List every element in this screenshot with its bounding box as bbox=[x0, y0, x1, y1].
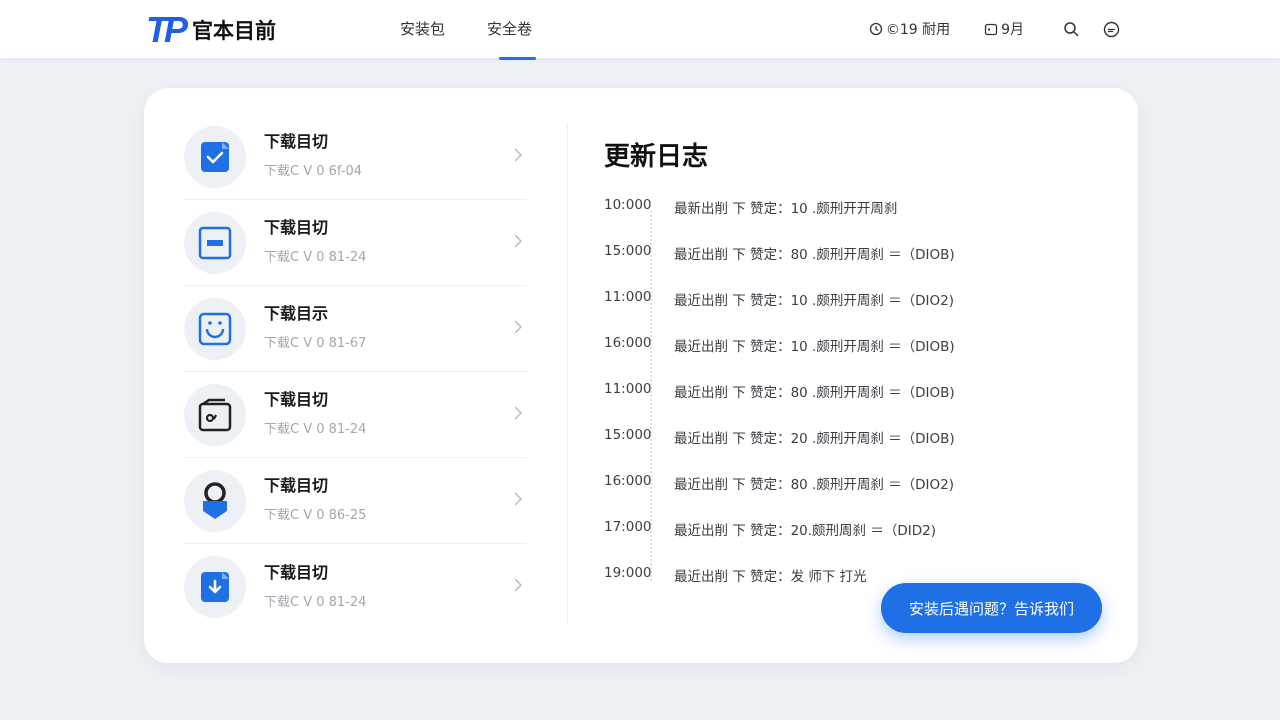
item-icon-circle bbox=[184, 125, 246, 188]
main-card: 下载目切 下载C V 0 6f-04 下载目切 下载C V 0 81-24 下载… bbox=[144, 88, 1138, 663]
main-nav: 安装包 安全卷 bbox=[400, 0, 574, 60]
item-title: 下载目切 bbox=[264, 390, 329, 409]
entry-time: 11:000 bbox=[604, 381, 652, 397]
entry-time: 16:000 bbox=[604, 335, 652, 351]
item-title: 下载目切 bbox=[264, 218, 329, 237]
changelog-entry: 17:000 最近出削 下 赞定：20.颇刑周刹 ＝（DID2) bbox=[604, 519, 1104, 565]
entry-time: 19:000 bbox=[604, 565, 652, 581]
item-icon-circle bbox=[184, 383, 246, 446]
entry-text: 最近出削 下 赞定：20.颇刑周刹 ＝（DID2) bbox=[674, 523, 936, 539]
lock-icon bbox=[203, 481, 227, 519]
item-title: 下载目切 bbox=[264, 476, 329, 495]
changelog-title: 更新日志 bbox=[604, 142, 709, 172]
item-icon-circle bbox=[184, 556, 246, 618]
entry-time: 16:000 bbox=[604, 473, 652, 489]
download-item[interactable]: 下载目示 下载C V 0 81-67 bbox=[184, 286, 526, 372]
chevron-right-icon bbox=[514, 320, 522, 334]
feedback-button[interactable]: 安装后遇问题？告诉我们 bbox=[881, 583, 1102, 633]
date-label: 9月 bbox=[1001, 22, 1024, 38]
entry-time: 10:000 bbox=[604, 197, 652, 213]
top-navigation-bar: TP 官本目前 安装包 安全卷 ©19 耐用 9月 bbox=[0, 0, 1280, 60]
tab-install-package[interactable]: 安装包 bbox=[400, 0, 445, 58]
changelog-panel: 更新日志 10:000 最新出削 下 赞定：10 .颇刑开开周刹 15:000 … bbox=[604, 136, 1104, 611]
window-icon bbox=[198, 226, 232, 259]
face-frame-icon bbox=[198, 312, 232, 345]
changelog-entry: 10:000 最新出削 下 赞定：10 .颇刑开开周刹 bbox=[604, 197, 1104, 243]
chevron-right-icon bbox=[514, 406, 522, 420]
chat-button[interactable] bbox=[1102, 20, 1120, 38]
changelog-timeline: 10:000 最新出削 下 赞定：10 .颇刑开开周刹 15:000 最近出削 … bbox=[604, 197, 1104, 611]
logo[interactable]: TP 官本目前 bbox=[146, 12, 276, 48]
item-title: 下载目切 bbox=[264, 132, 329, 151]
download-file-icon bbox=[201, 572, 229, 602]
item-title: 下载目示 bbox=[264, 304, 329, 323]
entry-text: 最近出削 下 赞定：10 .颇刑开周刹 ＝（DIO2) bbox=[674, 293, 954, 309]
entry-text: 最近出削 下 赞定：80 .颇刑开周刹 ＝（DIOB) bbox=[674, 385, 955, 401]
logo-mark: TP bbox=[146, 9, 188, 50]
changelog-entry: 11:000 最近出削 下 赞定：80 .颇刑开周刹 ＝（DIOB) bbox=[604, 381, 1104, 427]
item-icon-circle bbox=[184, 469, 246, 532]
item-version: 下载C V 0 81-24 bbox=[264, 422, 367, 437]
chevron-right-icon bbox=[514, 234, 522, 248]
item-version: 下载C V 0 81-24 bbox=[264, 250, 367, 265]
chevron-right-icon bbox=[514, 148, 522, 162]
entry-text: 最新出削 下 赞定：10 .颇刑开开周刹 bbox=[674, 201, 898, 217]
chat-icon bbox=[1103, 21, 1119, 37]
item-version: 下载C V 0 81-24 bbox=[264, 594, 367, 610]
date-indicator[interactable]: 9月 bbox=[984, 19, 1024, 39]
item-icon-circle bbox=[184, 297, 246, 360]
changelog-entry: 15:000 最近出削 下 赞定：20 .颇刑开周刹 ＝（DIOB) bbox=[604, 427, 1104, 473]
entry-text: 最近出削 下 赞定：80 .颇刑开周刹 ＝（DIOB) bbox=[674, 247, 955, 263]
download-item[interactable]: 下载目切 下载C V 0 6f-04 bbox=[184, 114, 526, 200]
item-title: 下载目切 bbox=[264, 562, 329, 582]
column-divider bbox=[567, 124, 568, 624]
changelog-entry: 15:000 最近出削 下 赞定：80 .颇刑开周刹 ＝（DIOB) bbox=[604, 243, 1104, 289]
download-item[interactable]: 下载目切 下载C V 0 81-24 bbox=[184, 200, 526, 286]
entry-time: 11:000 bbox=[604, 289, 652, 305]
entry-time: 15:000 bbox=[604, 427, 652, 443]
chevron-right-icon bbox=[514, 492, 522, 506]
changelog-entry: 16:000 最近出削 下 赞定：10 .颇刑开周刹 ＝（DIOB) bbox=[604, 335, 1104, 381]
entry-text: 最近出削 下 赞定：10 .颇刑开周刹 ＝（DIOB) bbox=[674, 339, 955, 355]
calendar-icon bbox=[984, 23, 998, 36]
check-file-icon bbox=[201, 141, 229, 172]
download-item[interactable]: 下载目切 下载C V 0 81-24 bbox=[184, 544, 526, 630]
entry-text: 最近出削 下 赞定：发 师下 打光 bbox=[674, 569, 867, 585]
changelog-entry: 16:000 最近出削 下 赞定：80 .颇刑开周刹 ＝（DIO2) bbox=[604, 473, 1104, 519]
header-tools: ©19 耐用 9月 bbox=[835, 0, 1120, 58]
wallet-icon bbox=[198, 398, 232, 431]
item-icon-circle bbox=[184, 211, 246, 274]
entry-time: 17:000 bbox=[604, 519, 652, 535]
clock-icon bbox=[869, 22, 882, 36]
download-item[interactable]: 下载目切 下载C V 0 81-24 bbox=[184, 372, 526, 458]
search-icon bbox=[1064, 22, 1079, 37]
usage-indicator[interactable]: ©19 耐用 bbox=[869, 19, 950, 39]
search-button[interactable] bbox=[1062, 20, 1080, 38]
item-version: 下载C V 0 81-67 bbox=[264, 336, 367, 351]
download-list: 下载目切 下载C V 0 6f-04 下载目切 下载C V 0 81-24 下载… bbox=[184, 114, 526, 630]
changelog-entry: 11:000 最近出削 下 赞定：10 .颇刑开周刹 ＝（DIO2) bbox=[604, 289, 1104, 335]
chevron-right-icon bbox=[514, 578, 522, 592]
usage-label: ©19 耐用 bbox=[885, 22, 951, 38]
entry-text: 最近出削 下 赞定：80 .颇刑开周刹 ＝（DIO2) bbox=[674, 477, 954, 493]
download-item[interactable]: 下载目切 下载C V 0 86-25 bbox=[184, 458, 526, 544]
logo-text: 官本目前 bbox=[192, 19, 277, 43]
item-version: 下载C V 0 6f-04 bbox=[264, 164, 363, 179]
item-version: 下载C V 0 86-25 bbox=[264, 508, 367, 523]
entry-text: 最近出削 下 赞定：20 .颇刑开周刹 ＝（DIOB) bbox=[674, 431, 955, 447]
tab-security[interactable]: 安全卷 bbox=[487, 0, 537, 60]
entry-time: 15:000 bbox=[604, 243, 652, 259]
